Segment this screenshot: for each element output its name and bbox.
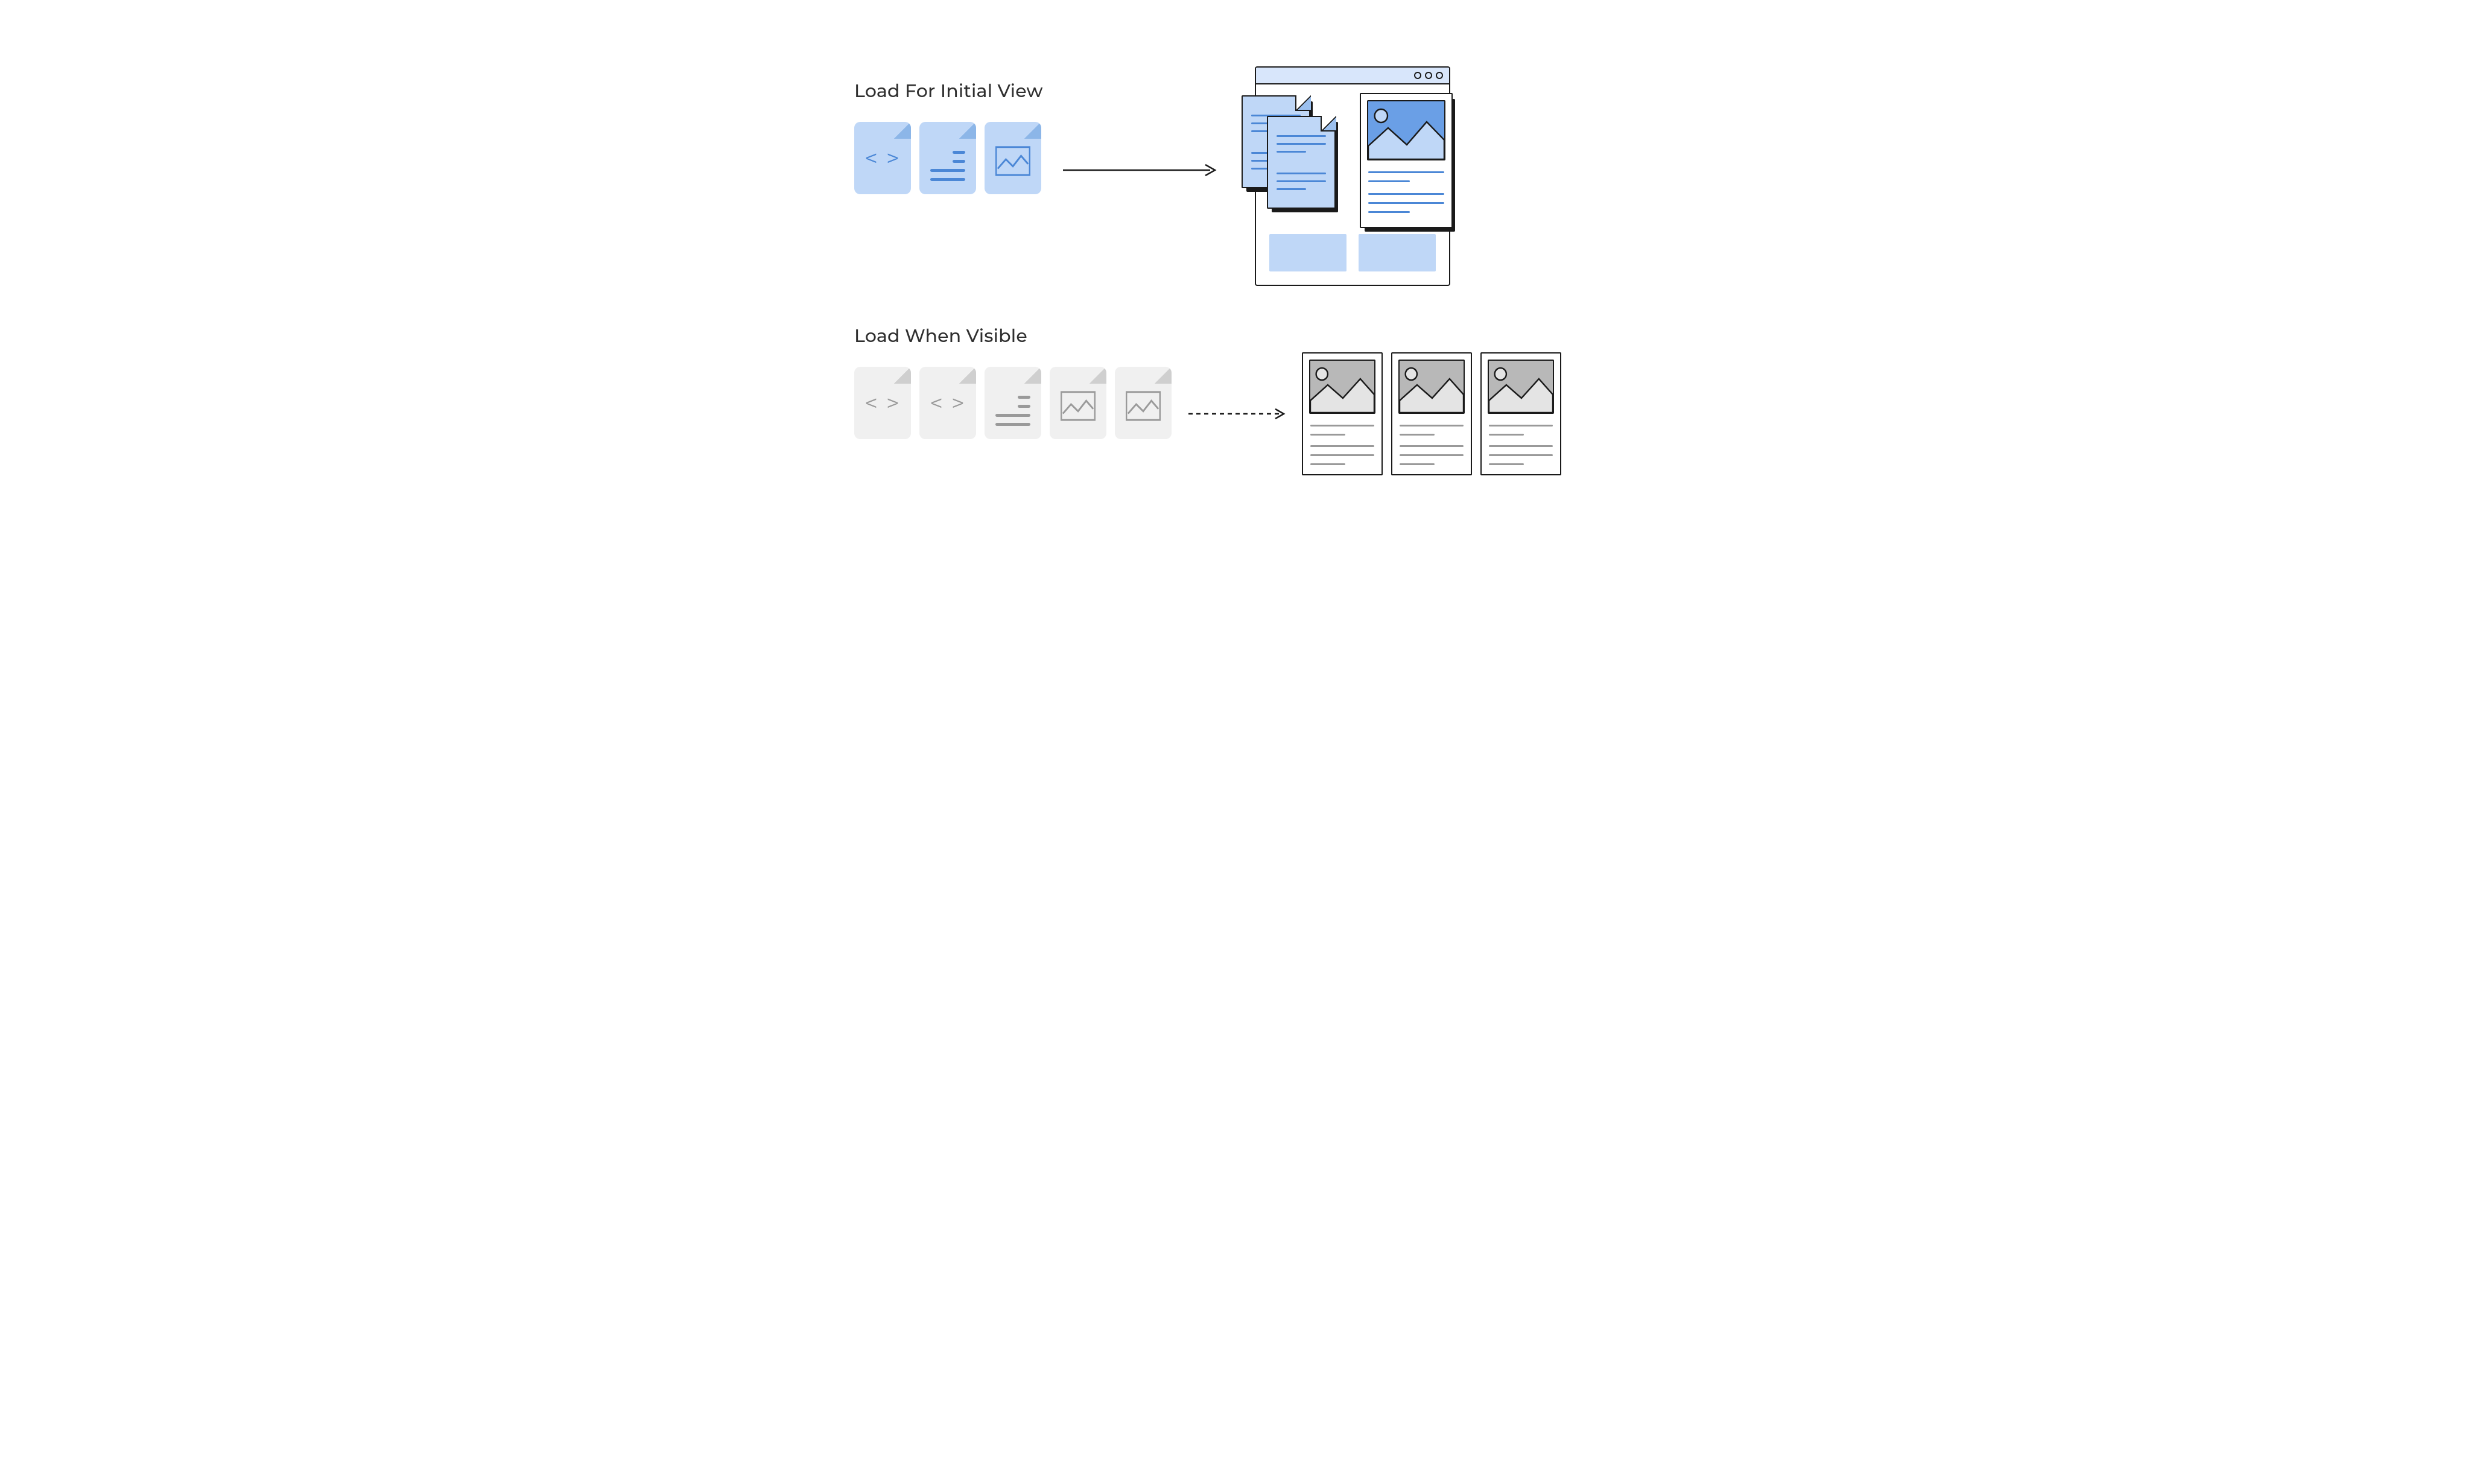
heading-initial-view: Load For Initial View [854,80,1043,102]
window-controls-icon [1414,72,1443,79]
content-card-icon [1302,352,1383,475]
image-thumbnail-icon [1309,360,1375,414]
image-document-icon [1360,93,1453,228]
content-card-icon [1480,352,1561,475]
text-file-icon [919,122,976,194]
text-file-icon [985,367,1041,439]
code-file-icon: <> [919,367,976,439]
code-file-icon: <> [854,367,911,439]
code-glyph: <> [854,144,911,173]
text-lines-glyph [930,151,965,181]
placeholder-block [1269,234,1347,271]
image-file-icon [1115,367,1172,439]
image-thumbnail-icon [1367,100,1445,160]
browser-titlebar [1256,68,1449,84]
diagram-root: Load For Initial View <> [765,0,1706,579]
caption-lines [1368,171,1444,213]
arrow-right-dashed-icon [1188,407,1289,424]
image-glyph [995,142,1030,180]
text-document-icon [1267,116,1336,209]
arrow-right-icon [1063,163,1220,180]
image-file-icon [1050,367,1106,439]
heading-lazy-view: Load When Visible [854,325,1027,347]
image-file-icon [985,122,1041,194]
code-file-icon: <> [854,122,911,194]
placeholder-block [1359,234,1436,271]
content-card-icon [1391,352,1472,475]
